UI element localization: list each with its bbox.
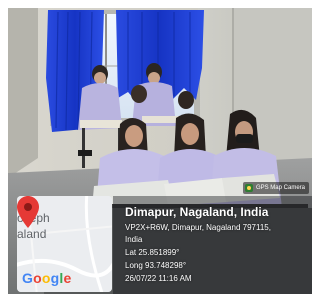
google-logo-o1: o [33,270,42,286]
country-line: India [125,235,143,244]
google-logo-o2: o [41,270,51,286]
map-thumbnail[interactable]: oseph aland Google [17,196,112,292]
longitude-line: Long 93.748298° [125,261,187,270]
timestamp-line: 26/07/22 11:16 AM [125,274,192,283]
location-info-panel: GPS Map Camera Dimapur, Nagaland, India … [113,182,312,294]
map-place-label-2: aland [17,227,47,241]
google-logo-e: e [63,270,72,286]
gps-map-camera-badge: GPS Map Camera [242,182,309,194]
address-line: VP2X+R6W, Dimapur, Nagaland 797115, [125,223,271,232]
gps-map-camera-icon [244,184,253,192]
badge-label: GPS Map Camera [255,185,305,191]
google-logo-g: G [22,270,34,286]
map-pin-icon [17,196,39,228]
latitude-line: Lat 25.851899° [125,248,180,257]
location-title: Dimapur, Nagaland, India [125,205,269,219]
google-logo: Google [22,270,71,286]
